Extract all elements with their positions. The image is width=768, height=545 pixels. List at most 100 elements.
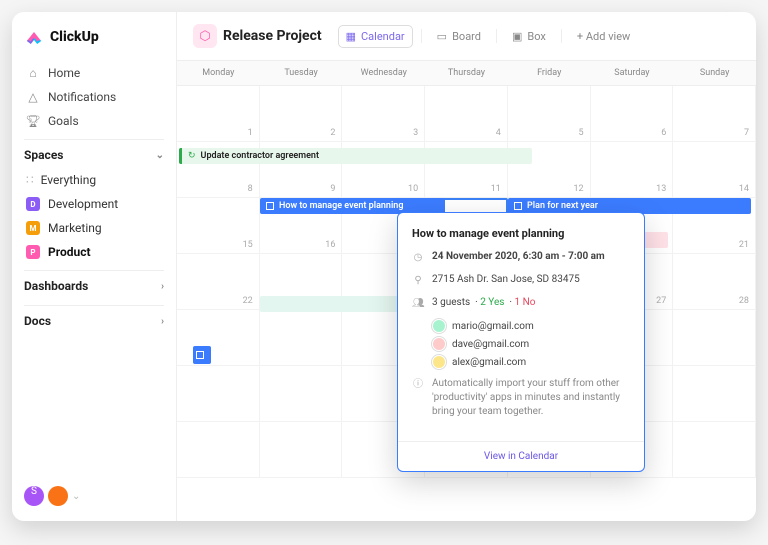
- calendar-cell[interactable]: [177, 422, 260, 478]
- calendar-cell[interactable]: [177, 310, 260, 366]
- sidebar: ClickUp ⌂ Home △ Notifications 🏆︎ Goals …: [12, 12, 177, 521]
- chevron-down-icon[interactable]: ⌄: [72, 491, 80, 502]
- day-number: 22: [243, 296, 253, 306]
- space-development[interactable]: D Development: [24, 192, 164, 216]
- section-spaces[interactable]: Spaces ⌄: [24, 139, 164, 168]
- view-in-calendar-link[interactable]: View in Calendar: [398, 441, 644, 471]
- calendar-cell[interactable]: 1: [177, 86, 260, 142]
- clickup-logo-icon: [24, 27, 44, 47]
- popover-guests-row: 👥︎ 3 guests · 2 Yes · 1 No: [412, 296, 630, 311]
- calendar-cell[interactable]: 28: [673, 254, 756, 310]
- nav-notifications[interactable]: △ Notifications: [24, 85, 164, 109]
- space-everything[interactable]: ∷ Everything: [24, 168, 164, 192]
- day-number: 16: [325, 240, 335, 250]
- space-marketing[interactable]: M Marketing: [24, 216, 164, 240]
- view-label: Board: [452, 30, 481, 43]
- guest-email: dave@gmail.com: [452, 339, 529, 350]
- guest-email: alex@gmail.com: [452, 357, 526, 368]
- nav-label: Notifications: [48, 90, 116, 104]
- calendar-cell[interactable]: 22: [177, 254, 260, 310]
- calendar-cell[interactable]: [260, 366, 343, 422]
- day-number: 4: [496, 128, 501, 138]
- topbar: ⬡ Release Project ▦ Calendar ▭ Board ▣ B…: [177, 12, 756, 61]
- space-product[interactable]: P Product: [24, 240, 164, 264]
- cube-icon: ⬡: [193, 24, 217, 48]
- chevron-right-icon: ›: [161, 281, 164, 292]
- popover-location: 2715 Ash Dr. San Jose, SD 83475: [432, 273, 580, 287]
- calendar-cell[interactable]: 14: [673, 142, 756, 198]
- day-number: 9: [330, 184, 335, 194]
- event-title: How to manage event planning: [279, 201, 403, 211]
- day-number: 5: [579, 128, 584, 138]
- event-title: Plan for next year: [527, 201, 598, 211]
- view-label: + Add view: [577, 30, 630, 43]
- pin-icon: ⚲: [412, 274, 424, 288]
- popover-title: How to manage event planning: [412, 227, 630, 240]
- view-tab-board[interactable]: ▭ Board: [430, 26, 488, 47]
- grid-icon: ∷: [26, 173, 33, 187]
- event-update-contractor[interactable]: ↻ Update contractor agreement: [179, 148, 532, 164]
- guests-no: 1 No: [515, 297, 536, 308]
- calendar-cell[interactable]: 13: [591, 142, 674, 198]
- calendar-cell[interactable]: 4: [425, 86, 508, 142]
- weekday-label: Monday: [177, 61, 260, 85]
- weekday-label: Tuesday: [260, 61, 343, 85]
- chevron-right-icon: ›: [161, 316, 164, 327]
- calendar-cell[interactable]: 3: [342, 86, 425, 142]
- avatar-icon: [432, 319, 446, 333]
- view-tab-box[interactable]: ▣ Box: [505, 26, 553, 47]
- day-number: 8: [248, 184, 253, 194]
- day-number: 3: [413, 128, 418, 138]
- popover-time: 24 November 2020, 6:30 am - 7:00 am: [432, 250, 605, 264]
- avatar-icon: [432, 337, 446, 351]
- calendar-icon: ▦: [346, 30, 356, 43]
- calendar-cell[interactable]: 7: [673, 86, 756, 142]
- calendar-cell[interactable]: 2: [260, 86, 343, 142]
- main-area: ⬡ Release Project ▦ Calendar ▭ Board ▣ B…: [177, 12, 756, 521]
- section-label: Dashboards: [24, 279, 88, 293]
- view-tab-calendar[interactable]: ▦ Calendar: [338, 25, 413, 48]
- box-icon: ▣: [512, 30, 522, 43]
- nav-label: Home: [48, 66, 80, 80]
- popover-note: Automatically import your stuff from oth…: [432, 377, 630, 419]
- add-view-button[interactable]: + Add view: [570, 26, 637, 47]
- section-docs[interactable]: Docs ›: [24, 305, 164, 334]
- nav-home[interactable]: ⌂ Home: [24, 61, 164, 85]
- people-icon: 👥︎: [412, 297, 424, 311]
- popover-location-row: ⚲ 2715 Ash Dr. San Jose, SD 83475: [412, 273, 630, 288]
- nav-label: Goals: [48, 114, 79, 128]
- calendar-cell[interactable]: [673, 422, 756, 478]
- calendar-cell[interactable]: 5: [508, 86, 591, 142]
- space-badge: P: [26, 245, 40, 259]
- day-number: 7: [744, 128, 749, 138]
- bell-icon: △: [26, 90, 40, 104]
- nav-goals[interactable]: 🏆︎ Goals: [24, 109, 164, 133]
- guest-item[interactable]: alex@gmail.com: [432, 355, 630, 369]
- guest-item[interactable]: dave@gmail.com: [432, 337, 630, 351]
- brand-logo[interactable]: ClickUp: [24, 27, 164, 47]
- trophy-icon: 🏆︎: [26, 114, 40, 128]
- day-number: 11: [491, 184, 501, 194]
- weekday-label: Saturday: [591, 61, 674, 85]
- calendar-cell[interactable]: [177, 366, 260, 422]
- space-label: Marketing: [48, 221, 102, 235]
- calendar-cell[interactable]: 6: [591, 86, 674, 142]
- calendar-cell[interactable]: 15: [177, 198, 260, 254]
- calendar-cell[interactable]: [673, 366, 756, 422]
- user-avatar[interactable]: [48, 486, 68, 506]
- event-popover: How to manage event planning ◷ 24 Novemb…: [397, 212, 645, 472]
- calendar-cell[interactable]: [260, 422, 343, 478]
- brand-name: ClickUp: [50, 29, 99, 45]
- avatar-icon: [432, 355, 446, 369]
- guest-item[interactable]: mario@gmail.com: [432, 319, 630, 333]
- space-label: Everything: [41, 173, 96, 187]
- space-badge: D: [26, 197, 40, 211]
- user-avatar[interactable]: S: [24, 486, 44, 506]
- day-number: 1: [248, 128, 253, 138]
- calendar-cell[interactable]: [673, 310, 756, 366]
- section-dashboards[interactable]: Dashboards ›: [24, 270, 164, 299]
- sidebar-footer: S ⌄: [24, 486, 164, 506]
- day-number: 28: [739, 296, 749, 306]
- event-chip[interactable]: [193, 346, 211, 364]
- calendar-cell[interactable]: [260, 310, 343, 366]
